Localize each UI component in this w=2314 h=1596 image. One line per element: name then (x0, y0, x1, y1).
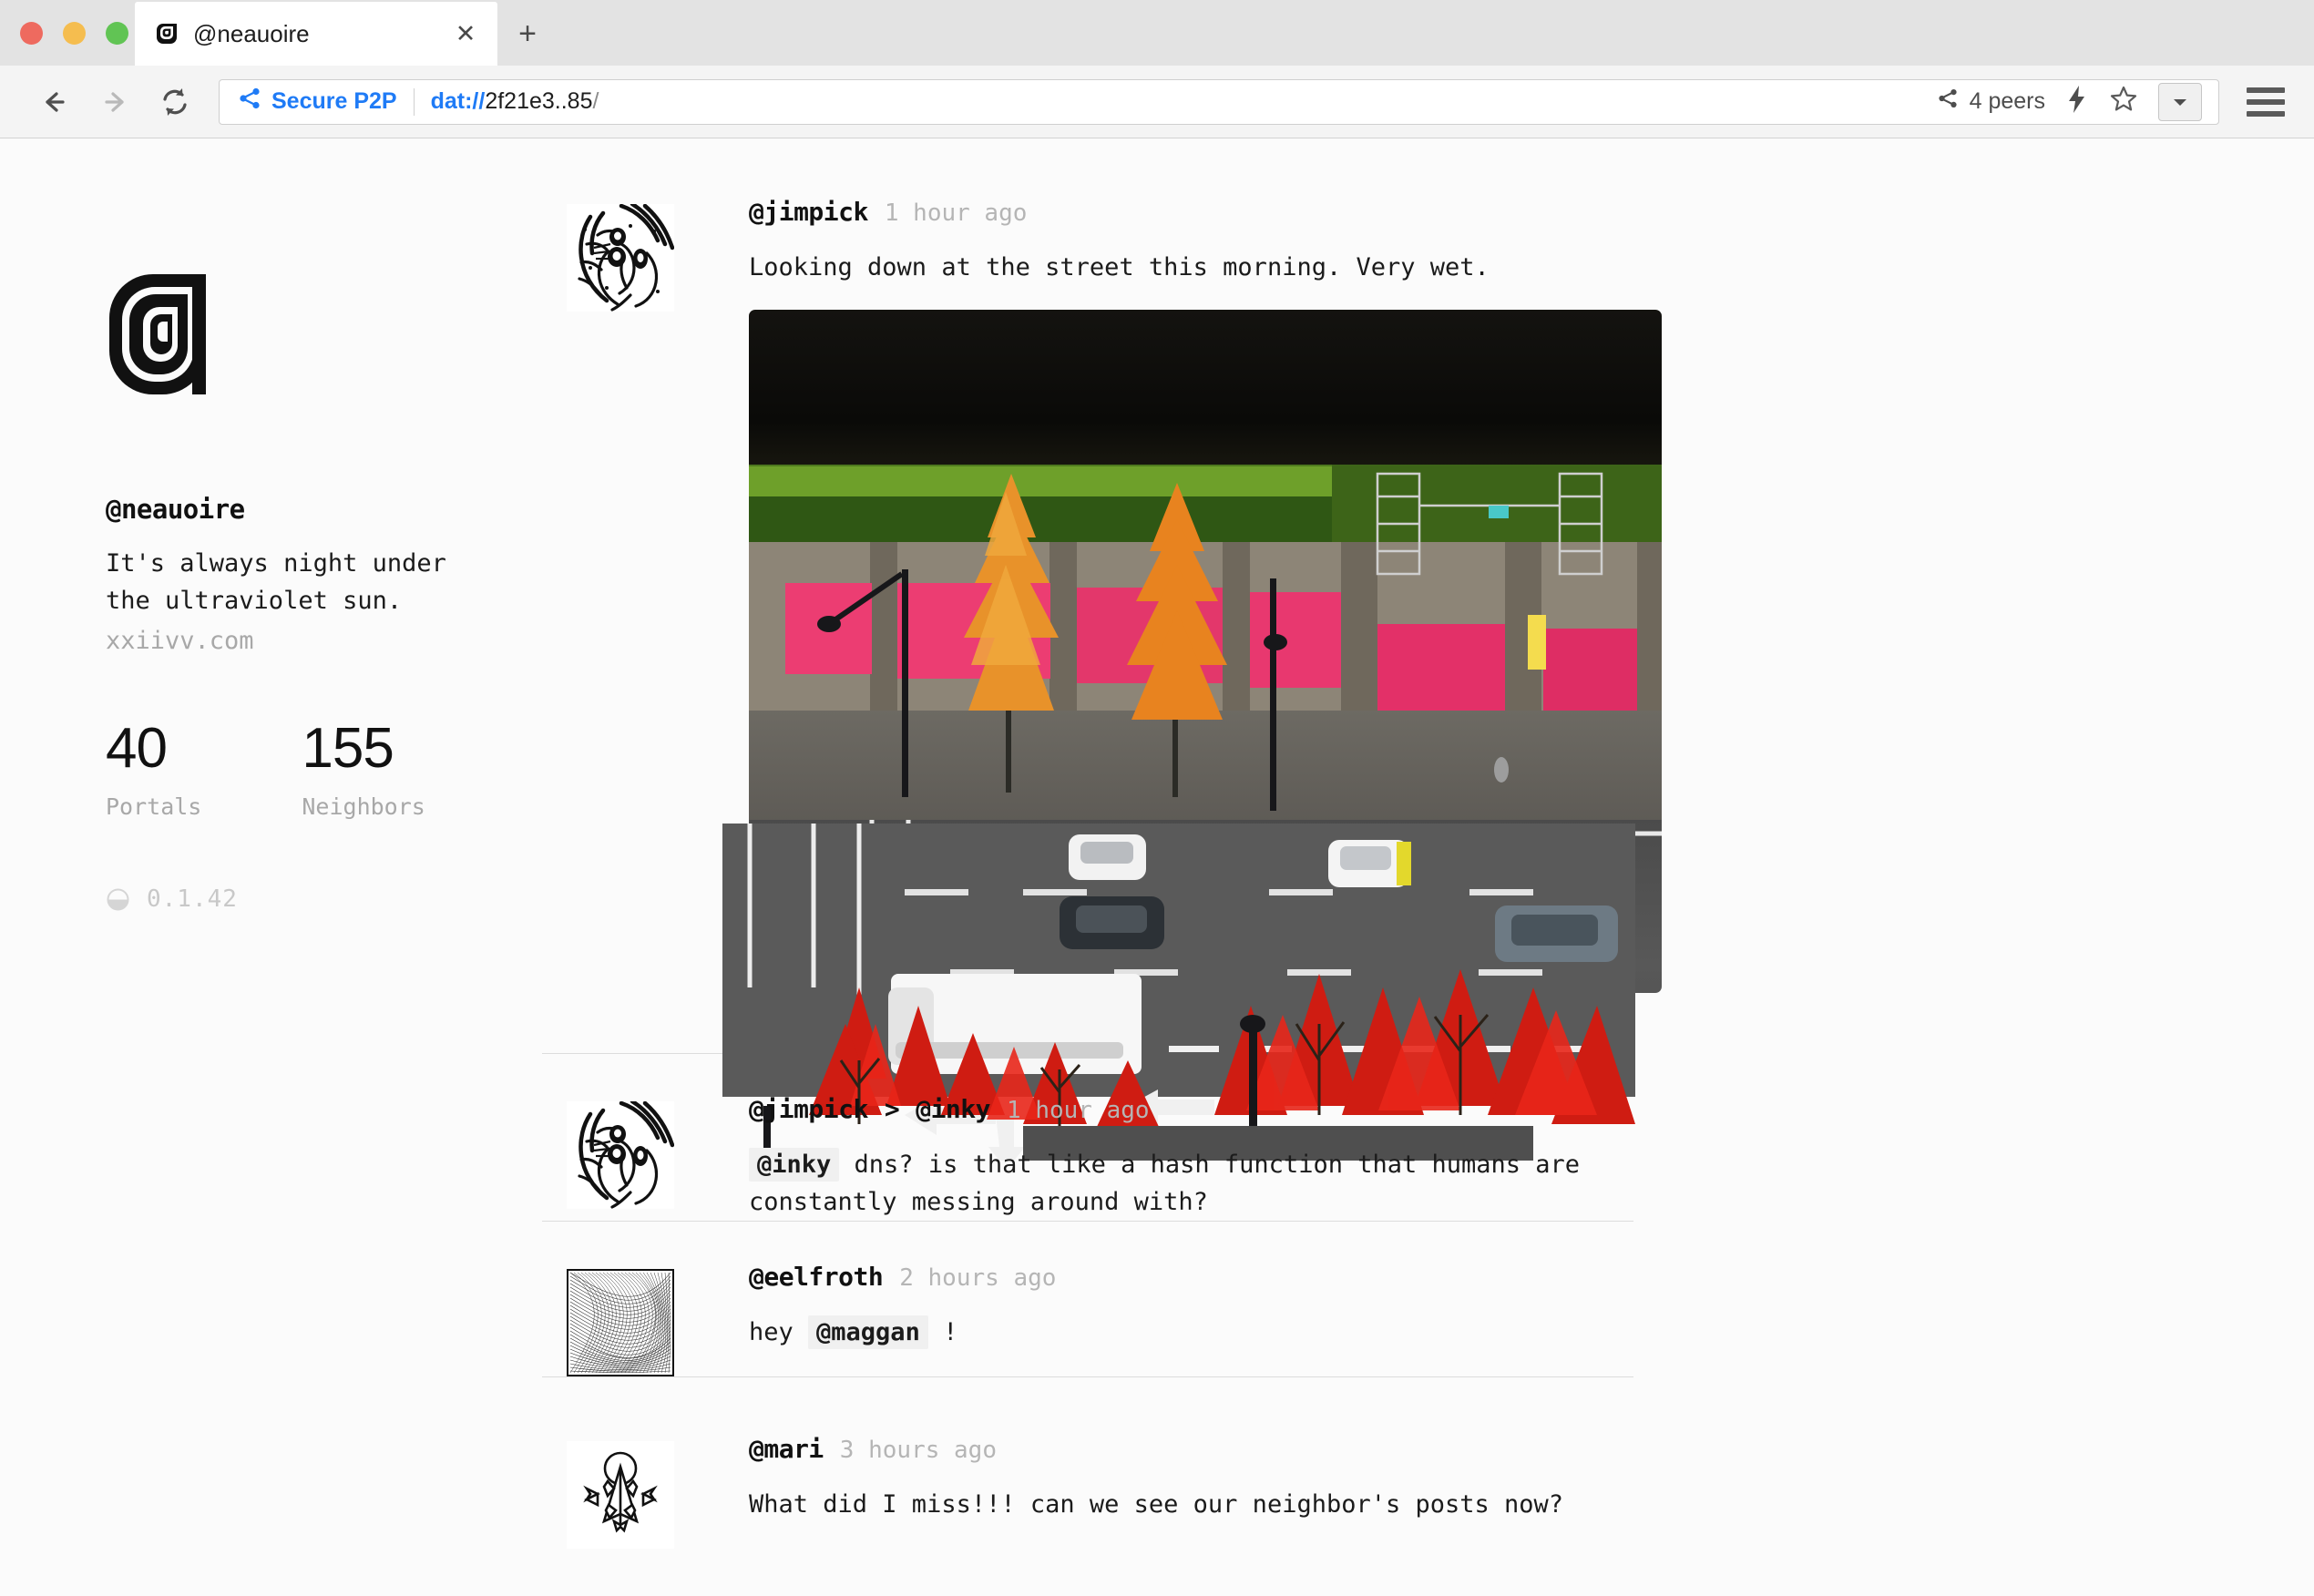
new-tab-button[interactable]: + (497, 2, 558, 66)
ink-sketch-avatar[interactable] (567, 204, 674, 312)
half-moon-icon (106, 887, 130, 912)
navigation-toolbar: Secure P2P dat://2f21e3..85/ 4 peers (0, 66, 2314, 138)
profile-bio: It's always night under the ultraviolet … (106, 549, 446, 615)
stat-portals-value: 40 (106, 717, 168, 780)
peer-count-indicator[interactable]: 4 peers (1937, 87, 2045, 116)
post-text: hey @maggan ! (749, 1314, 1613, 1351)
post-text: @inky dns? is that like a hash function … (749, 1146, 1613, 1221)
post-meta: @mari 3 hours ago (749, 1434, 1613, 1464)
feed-post[interactable]: @jimpick > @inky 1 hour ago @inky dns? i… (542, 1054, 1635, 1221)
secure-p2p-label: Secure P2P (271, 88, 397, 114)
post-body: @mari 3 hours ago What did I miss!!! can… (749, 1434, 1635, 1549)
feed-post[interactable]: @mari 3 hours ago What did I miss!!! can… (542, 1377, 1635, 1549)
post-meta: @eelfroth 2 hours ago (749, 1262, 1613, 1292)
post-timestamp: 2 hours ago (899, 1264, 1057, 1292)
profile-stats: 40 Portals 155 Neighbors (106, 717, 542, 821)
ink-sketch-avatar[interactable] (567, 1101, 674, 1209)
feed-post[interactable]: @jimpick 1 hour ago Looking down at the … (542, 169, 1662, 993)
address-bar[interactable]: Secure P2P dat://2f21e3..85/ 4 peers (219, 78, 2219, 125)
version-text: 0.1.42 (147, 885, 238, 913)
url-text[interactable]: dat://2f21e3..85/ (431, 88, 599, 115)
post-text-after: ! (927, 1318, 958, 1346)
post-meta: @jimpick 1 hour ago (749, 197, 1662, 227)
peer-count-label: 4 peers (1969, 88, 2045, 114)
chevron-down-icon[interactable] (2158, 82, 2202, 121)
profile-sidebar: @neauoire It's always night under the ul… (0, 138, 542, 913)
tab-strip-empty-area (558, 2, 2314, 66)
stat-neighbors-label: Neighbors (302, 793, 425, 820)
mention-link[interactable]: @inky (749, 1148, 840, 1182)
post-author[interactable]: @jimpick (749, 197, 868, 227)
lightning-icon[interactable] (2065, 85, 2089, 118)
minimize-window-button[interactable] (63, 21, 86, 45)
close-tab-button[interactable]: ✕ (450, 18, 481, 49)
rotonde-spiral-logo (106, 271, 220, 398)
url-scheme: dat:// (430, 88, 486, 114)
post-text: Looking down at the street this morning.… (749, 253, 1490, 281)
secure-p2p-badge[interactable]: Secure P2P (238, 87, 397, 117)
forward-arrow-icon[interactable] (91, 78, 138, 126)
feed: @jimpick 1 hour ago Looking down at the … (542, 138, 1662, 1549)
share-p2p-icon (238, 87, 261, 117)
post-timestamp: 1 hour ago (1007, 1097, 1150, 1124)
post-author[interactable]: @eelfroth (749, 1262, 884, 1292)
profile-site-link[interactable]: xxiivv.com (106, 627, 542, 655)
page-content: @neauoire It's always night under the ul… (0, 138, 2314, 1595)
star-outline-icon[interactable] (2109, 85, 2138, 118)
rotonde-spiral-icon (155, 22, 179, 46)
post-timestamp: 1 hour ago (884, 200, 1028, 227)
tab-strip: @neauoire ✕ + (0, 0, 2314, 66)
post-author[interactable]: @jimpick (749, 1094, 868, 1124)
address-bar-actions: 4 peers (1937, 82, 2206, 121)
address-divider (413, 87, 415, 116)
post-body: @jimpick 1 hour ago Looking down at the … (749, 197, 1684, 993)
stat-neighbors-value: 155 (302, 717, 394, 780)
version-indicator: 0.1.42 (106, 885, 542, 913)
mention-link[interactable]: @maggan (808, 1315, 928, 1349)
tab-title: @neauoire (193, 19, 310, 47)
browser-tab-neauoire[interactable]: @neauoire ✕ (135, 2, 497, 66)
feed-post[interactable]: @eelfroth 2 hours ago hey @maggan ! (542, 1222, 1635, 1376)
stat-portals-label: Portals (106, 793, 202, 820)
post-author[interactable]: @mari (749, 1434, 824, 1464)
moire-lines-avatar[interactable] (567, 1269, 674, 1376)
share-p2p-icon (1937, 87, 1959, 116)
url-host: 2f21e3..85 (485, 88, 593, 114)
browser-chrome: @neauoire ✕ + Secure P2P dat://2f21e3..8… (0, 0, 2314, 138)
post-meta: @jimpick > @inky 1 hour ago (749, 1094, 1613, 1124)
stat-neighbors[interactable]: 155 Neighbors (302, 717, 425, 821)
post-text-before: hey (749, 1318, 809, 1346)
maximize-window-button[interactable] (106, 21, 128, 45)
post-text-body: dns? is that like a hash function that h… (749, 1151, 1581, 1216)
arrow-crest-avatar[interactable] (567, 1441, 674, 1549)
reload-icon[interactable] (151, 78, 199, 126)
post-reply-target[interactable]: @inky (916, 1094, 990, 1124)
post-body: @jimpick > @inky 1 hour ago @inky dns? i… (749, 1094, 1635, 1221)
post-timestamp: 3 hours ago (839, 1437, 997, 1464)
close-window-button[interactable] (20, 21, 43, 45)
post-photo[interactable] (749, 310, 1662, 993)
profile-handle: @neauoire (106, 494, 245, 525)
back-arrow-icon[interactable] (31, 78, 78, 126)
post-text: What did I miss!!! can we see our neighb… (749, 1490, 1564, 1519)
window-controls (0, 0, 135, 66)
post-body: @eelfroth 2 hours ago hey @maggan ! (749, 1262, 1635, 1376)
url-path: / (592, 88, 599, 114)
stat-portals[interactable]: 40 Portals (106, 717, 202, 821)
hamburger-menu-icon[interactable] (2247, 78, 2290, 126)
post-reply-separator: > (884, 1094, 900, 1124)
